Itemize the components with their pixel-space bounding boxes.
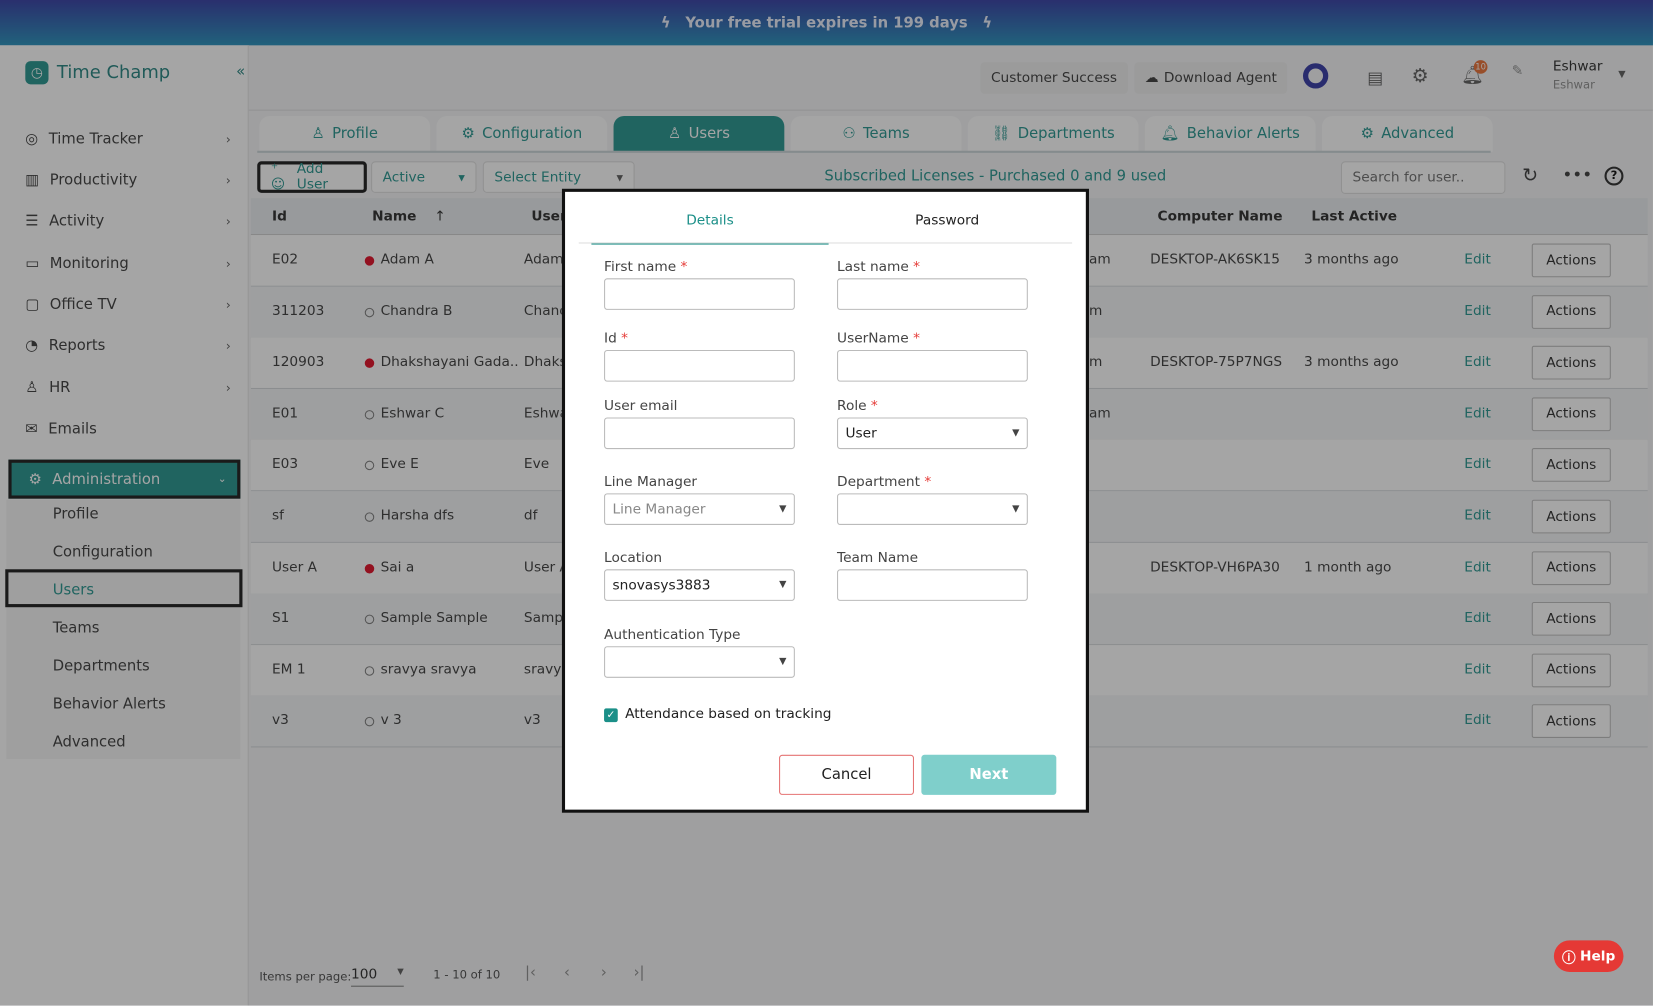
id-input[interactable] [604,349,795,382]
location-select[interactable]: snovasys3883 ▼ [604,569,795,601]
required-marker: * [621,331,629,347]
required-marker: * [870,398,878,415]
attendance-checkbox[interactable]: ✓ [604,708,618,723]
required-marker: * [913,331,920,347]
tab-details[interactable]: Details [591,213,829,245]
department-label: Department * [837,474,932,491]
id-label: Id * [604,331,629,347]
required-marker: * [913,259,921,276]
line-manager-select[interactable]: Line Manager ▼ [604,493,795,525]
first-name-input[interactable] [604,278,795,310]
next-button[interactable]: Next [921,754,1057,795]
last-name-input[interactable] [837,278,1028,310]
last-name-label: Last name * [837,259,921,276]
auth-type-select[interactable]: ▼ [604,646,795,678]
caret-down-icon: ▼ [779,656,787,668]
cancel-button[interactable]: Cancel [779,754,914,795]
username-input[interactable] [837,349,1028,382]
email-label: User email [604,398,678,415]
line-manager-label: Line Manager [604,474,698,491]
attendance-label: Attendance based on tracking [625,706,832,723]
help-button[interactable]: ⓘ Help [1553,940,1624,972]
required-marker: * [680,259,688,276]
auth-type-label: Authentication Type [604,627,741,644]
required-marker: * [924,474,932,491]
team-name-label: Team Name [837,550,919,567]
caret-down-icon: ▼ [779,503,787,515]
caret-down-icon: ▼ [779,579,787,591]
add-user-modal: Details Password First name * Last name *… [561,188,1089,813]
username-label: UserName * [837,331,920,347]
location-label: Location [604,550,663,567]
team-name-input[interactable] [837,569,1028,601]
divider [578,242,1073,244]
role-label: Role * [837,398,878,415]
first-name-label: First name * [604,259,688,276]
caret-down-icon: ▼ [1012,503,1020,515]
role-select[interactable]: User ▼ [837,417,1028,450]
caret-down-icon: ▼ [1012,428,1020,439]
tab-password[interactable]: Password [829,213,1066,245]
email-input[interactable] [604,417,795,450]
department-select[interactable]: ▼ [837,493,1028,525]
help-circle-icon: ⓘ [1562,950,1576,967]
